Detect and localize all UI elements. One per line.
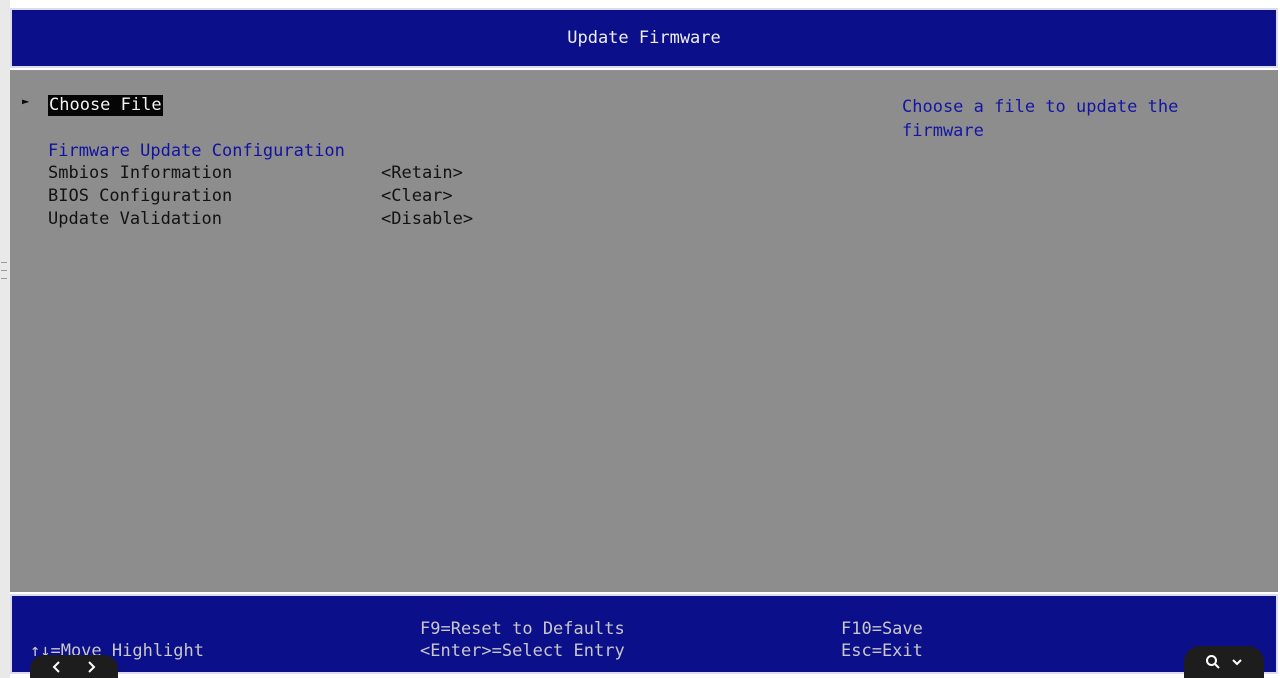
edge-tick: [1, 278, 7, 279]
save-hint: F10=Save: [841, 619, 923, 639]
edge-tick: [1, 262, 7, 263]
choose-file-menu-item[interactable]: Choose File: [48, 95, 163, 116]
title-bar: Update Firmware: [10, 8, 1278, 68]
edge-tick: [1, 270, 7, 271]
left-edge-strip: [0, 0, 10, 678]
navigation-control: [30, 655, 118, 678]
smbios-information-label[interactable]: Smbios Information: [48, 162, 232, 185]
select-entry-hint: <Enter>=Select Entry: [420, 641, 625, 661]
exit-hint: Esc=Exit: [841, 641, 923, 661]
submenu-arrow-icon: ►: [22, 94, 30, 108]
update-validation-label[interactable]: Update Validation: [48, 208, 222, 231]
page-title: Update Firmware: [567, 28, 721, 48]
search-icon[interactable]: [1205, 654, 1221, 670]
reset-defaults-hint: F9=Reset to Defaults: [420, 619, 625, 639]
help-text: Choose a file to update the firmware: [902, 97, 1179, 141]
update-validation-value[interactable]: <Disable>: [381, 208, 473, 231]
bios-screen: Update Firmware ► Choose File Firmware U…: [0, 0, 1280, 678]
bios-configuration-value[interactable]: <Clear>: [381, 185, 453, 208]
key-legend-bar: ↑↓=Move Highlight F9=Reset to Defaults <…: [10, 594, 1278, 674]
chevron-right-icon[interactable]: [85, 660, 97, 674]
section-title: Firmware Update Configuration: [48, 141, 345, 161]
main-panel: ► Choose File Firmware Update Configurat…: [10, 70, 1278, 592]
bios-configuration-label[interactable]: BIOS Configuration: [48, 185, 232, 208]
chevron-down-icon[interactable]: [1231, 657, 1243, 667]
zoom-control: [1184, 646, 1264, 678]
smbios-information-value[interactable]: <Retain>: [381, 162, 463, 185]
chevron-left-icon[interactable]: [51, 660, 63, 674]
